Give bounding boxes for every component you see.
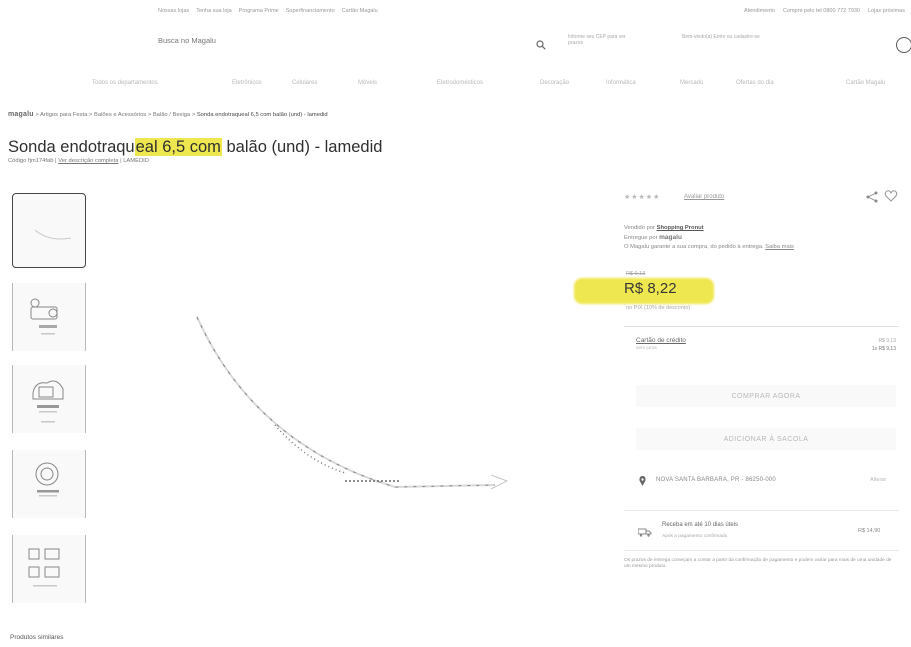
delivery-location: NOVA SANTA BARBARA, PR - 86250-000 (656, 477, 776, 483)
title-highlight: eal 6,5 com (134, 138, 222, 156)
learn-more-link[interactable]: Saiba mais (765, 244, 794, 250)
top-link[interactable]: Lojas próximas (868, 8, 905, 14)
top-link[interactable]: Nossas lojas (158, 8, 189, 14)
category-item[interactable]: Todos os departamentos (92, 80, 158, 86)
thumbnail[interactable] (12, 535, 86, 603)
truck-thumb-image (32, 380, 64, 423)
pix-price: no PIX (10% de desconto) (626, 305, 691, 311)
thumbnail-selected[interactable] (12, 193, 86, 268)
product-code: Código fjm174fab | Ver descrição complet… (8, 158, 149, 164)
badge-thumb-image (35, 462, 59, 497)
title-part: Sonda endotraqu (8, 138, 135, 156)
tube-thumb-image (34, 229, 72, 240)
divider (624, 510, 899, 511)
breadcrumb-item[interactable]: Artigos para Festa (40, 112, 87, 118)
category-item[interactable]: Mercado (680, 80, 703, 86)
category-item[interactable]: Decoração (540, 80, 569, 86)
credit-card-installment: 1x R$ 9,13 (871, 346, 896, 352)
delivery-note: Após a pagamento confirmado (662, 534, 728, 539)
code-suffix: | LAMEDID (120, 158, 149, 164)
top-link[interactable]: Compre pelo tel 0800 772 7930 (783, 8, 860, 14)
buy-now-button[interactable]: COMPRAR AGORA (636, 385, 896, 407)
credit-card-option[interactable]: Cartão de crédito (636, 337, 686, 344)
price: R$ 8,22 (624, 280, 677, 297)
delivered-by-label: Entregue por (624, 235, 658, 241)
sold-by-label: Vendido por (624, 225, 655, 231)
top-link[interactable]: Tenha sua loja (196, 8, 231, 14)
category-nav: Todos os departamentos Eletrônicos Celul… (0, 80, 911, 92)
seller-link[interactable]: Shopping Pronut (657, 225, 704, 231)
top-link[interactable]: Programa Prime (239, 8, 279, 14)
delivered-by: magalu (659, 234, 682, 241)
guarantee-text: O Magalu garante a sua compra, do pedido… (624, 244, 764, 250)
icons-thumb-image (28, 548, 60, 587)
delivery-notice: Os prazos de entrega começam a contar a … (624, 558, 892, 569)
cart-icon[interactable] (896, 37, 911, 53)
top-links-right: Atendimento Compre pelo tel 0800 772 793… (744, 8, 905, 14)
search-input[interactable] (158, 36, 518, 45)
truck-icon (638, 528, 652, 537)
seller-info: Vendido por Shopping Pronut Entregue por… (624, 224, 794, 252)
thumbnail[interactable] (12, 365, 86, 433)
rate-product-link[interactable]: Avaliar produto (684, 194, 724, 200)
similar-products-heading: Produtos similares (10, 634, 64, 641)
category-item[interactable]: Ofertas do dia (736, 80, 774, 86)
breadcrumb-item[interactable]: Balões e Acessórios (94, 112, 146, 118)
breadcrumb-home[interactable]: magalu (8, 111, 34, 118)
thumbnail[interactable] (12, 283, 86, 351)
divider (624, 326, 899, 327)
main-product-image (196, 316, 509, 490)
location-pin-icon (639, 476, 646, 486)
breadcrumb-current: Sonda endotraqueal 6,5 com balão (und) -… (196, 112, 328, 118)
divider (624, 550, 899, 551)
category-item[interactable]: Eletrodomésticos (437, 80, 483, 86)
breadcrumb-item[interactable]: Balão / Bexiga (153, 112, 190, 118)
breadcrumb: magalu > Artigos para Festa > Balões e A… (8, 111, 328, 118)
add-to-bag-button[interactable]: ADICIONAR À SACOLA (636, 428, 896, 450)
cep-selector[interactable]: Informe seu CEP para ver prazos (568, 34, 628, 46)
heart-icon[interactable] (884, 189, 898, 203)
credit-card-value: R$ 9,13 (878, 338, 896, 344)
category-item[interactable]: Informática (606, 80, 636, 86)
old-price: R$ 9,13 (626, 271, 646, 277)
thumbnail[interactable] (12, 450, 86, 518)
rating-stars: ★★★★★ (624, 194, 661, 201)
change-location-link[interactable]: Alterar (870, 477, 886, 483)
credit-card-sub: sem juros (636, 346, 657, 351)
top-link[interactable]: Atendimento (744, 8, 775, 14)
category-item[interactable]: Eletrônicos (232, 80, 262, 86)
search-icon[interactable] (536, 40, 546, 50)
top-links-left: Nossas lojas Tenha sua loja Programa Pri… (158, 8, 378, 14)
delivery-price: R$ 14,90 (858, 528, 881, 534)
category-item[interactable]: Celulares (292, 80, 317, 86)
top-utility-bar: Nossas lojas Tenha sua loja Programa Pri… (0, 8, 911, 20)
header: Informe seu CEP para ver prazos Bem-vind… (0, 26, 911, 66)
full-description-link[interactable]: Ver descrição completa (58, 158, 118, 164)
search-box (158, 32, 550, 56)
top-link[interactable]: Cartão Magalu (342, 8, 378, 14)
delivery-estimate: Receba em até 10 dias úteis (662, 522, 739, 528)
product-title: Sonda endotraqueal 6,5 com balão (und) -… (8, 138, 382, 157)
account-menu[interactable]: Bem-vindo(a) Entre ou cadastre-se (682, 34, 792, 40)
code-prefix: Código fjm174fab | (8, 158, 57, 164)
top-link[interactable]: Superfinanciamento (286, 8, 335, 14)
share-icon[interactable] (866, 191, 878, 203)
dentist-thumb-image (30, 298, 58, 335)
category-item[interactable]: Móveis (358, 80, 377, 86)
category-item[interactable]: Cartão Magalu (846, 80, 885, 86)
title-part: balão (und) - lamedid (221, 138, 383, 156)
